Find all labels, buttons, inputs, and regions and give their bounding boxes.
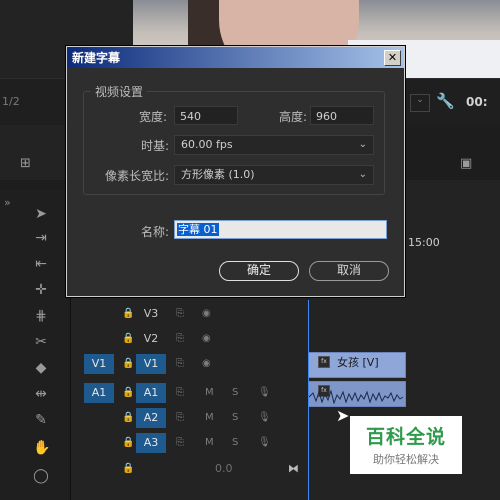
zoom-tool-icon[interactable]: ◯ [33, 468, 49, 484]
rate-stretch-tool-icon[interactable]: ⋕ [33, 308, 49, 324]
fx-badge-icon: fx [318, 356, 330, 368]
selection-tool-icon[interactable]: ➤ [33, 206, 49, 222]
track-v3: 🔒 V3 ⎘ ◉ [72, 302, 308, 326]
lock-icon[interactable]: 🔒 [122, 410, 134, 426]
track-a3: 🔒 A3 ⎘ M S 🎙 [72, 431, 308, 455]
chevron-down-icon[interactable]: ⌄ [410, 94, 430, 112]
eye-icon[interactable]: ◉ [202, 306, 211, 322]
timebase-label: 时基: [140, 139, 169, 153]
ok-button[interactable]: 确定 [219, 261, 299, 281]
lock-icon[interactable]: 🔒 [122, 385, 134, 401]
lock-icon[interactable]: 🔒 [122, 306, 134, 322]
mute-button[interactable]: M [205, 410, 214, 426]
watermark: 百科全说 助你轻松解决 [350, 416, 462, 474]
solo-button[interactable]: S [232, 435, 238, 451]
sync-lock-icon[interactable]: ⎘ [176, 306, 184, 322]
microphone-icon[interactable]: 🎙 [258, 435, 271, 451]
pen-tool-icon[interactable]: ✎ [33, 412, 49, 428]
pixel-aspect-label: 像素长宽比: [104, 169, 169, 183]
eye-icon[interactable]: ◉ [202, 356, 211, 372]
track-target-label[interactable]: V3 [136, 304, 166, 324]
watermark-line1: 百科全说 [365, 426, 446, 448]
track-master: 🔒 0.0 ⧓ [72, 457, 308, 481]
track-source-label[interactable]: V1 [84, 354, 114, 374]
audio-clip[interactable]: fx [308, 381, 406, 407]
slide-tool-icon[interactable]: ⇹ [33, 386, 49, 402]
new-title-dialog: 新建字幕 ✕ 视频设置 宽度: 540 高度: 960 时基: 60.00 fp… [66, 46, 405, 297]
track-target-label[interactable]: A1 [136, 383, 166, 403]
track-target-label[interactable]: V2 [136, 329, 166, 349]
sync-lock-icon[interactable]: ⎘ [176, 356, 184, 372]
tools-panel: ➤ ⇥ ⇤ ✛ ⋕ ✂ ◆ ⇹ ✎ ✋ ◯ » [0, 190, 68, 500]
track-select-tool-icon[interactable]: ⇥ [33, 230, 49, 246]
lock-icon[interactable]: 🔒 [122, 356, 134, 372]
playhead-line[interactable] [308, 300, 309, 500]
panel-menu-icon[interactable]: » [4, 196, 11, 209]
chevron-down-icon: ⌄ [358, 169, 367, 180]
pixel-aspect-select[interactable]: 方形像素 (1.0) ⌄ [174, 165, 374, 185]
track-a2: 🔒 A2 ⎘ M S 🎙 [72, 406, 308, 430]
razor-tool-icon[interactable]: ✂ [33, 334, 49, 350]
lock-icon[interactable]: 🔒 [122, 331, 134, 347]
timeline-timecode[interactable]: 00: [466, 95, 488, 109]
solo-button[interactable]: S [232, 410, 238, 426]
timebase-value: 60.00 fps [181, 138, 233, 151]
name-input[interactable]: 字幕 01 [174, 220, 387, 239]
solo-button[interactable]: S [232, 385, 238, 401]
scroll-end-icon[interactable]: ⧓ [288, 461, 299, 477]
dialog-titlebar[interactable]: 新建字幕 ✕ [67, 47, 404, 68]
cancel-button[interactable]: 取消 [309, 261, 389, 281]
track-target-label[interactable]: V1 [136, 354, 166, 374]
audio-waveform [309, 390, 404, 404]
page-indicator: 1/2 [2, 95, 20, 108]
track-v2: 🔒 V2 ⎘ ◉ [72, 327, 308, 351]
height-label: 高度: [278, 110, 307, 124]
pixel-aspect-value: 方形像素 (1.0) [181, 168, 255, 181]
microphone-icon[interactable]: 🎙 [258, 410, 271, 426]
lock-icon[interactable]: 🔒 [122, 435, 134, 451]
dialog-title: 新建字幕 [72, 51, 121, 65]
mute-button[interactable]: M [205, 385, 214, 401]
video-settings-label: 视频设置 [91, 83, 148, 100]
sync-lock-icon[interactable]: ⎘ [176, 385, 184, 401]
mute-button[interactable]: M [205, 435, 214, 451]
name-value: 字幕 01 [177, 223, 219, 236]
width-field[interactable]: 540 [174, 106, 238, 125]
close-button[interactable]: ✕ [384, 50, 401, 66]
lock-icon[interactable]: 🔒 [122, 461, 134, 477]
hand-tool-icon[interactable]: ✋ [33, 440, 50, 456]
master-volume-value[interactable]: 0.0 [215, 461, 233, 477]
sync-lock-icon[interactable]: ⎘ [176, 435, 184, 451]
wrench-icon[interactable]: 🔧 [436, 92, 455, 110]
rolling-edit-tool-icon[interactable]: ✛ [33, 282, 49, 298]
timebase-select[interactable]: 60.00 fps ⌄ [174, 135, 374, 155]
name-label: 名称: [140, 225, 169, 239]
track-v1: V1 🔒 V1 ⎘ ◉ [72, 352, 308, 376]
insert-icon[interactable]: ⊞ [20, 156, 31, 171]
height-field[interactable]: 960 [310, 106, 374, 125]
track-source-label[interactable]: A1 [84, 383, 114, 403]
slip-tool-icon[interactable]: ◆ [33, 360, 49, 376]
chevron-down-icon: ⌄ [358, 139, 367, 150]
video-clip[interactable]: fx 女孩 [V] [308, 352, 406, 378]
track-a1: A1 🔒 A1 ⎘ M S 🎙 [72, 381, 308, 405]
watermark-line2: 助你轻松解决 [373, 453, 439, 466]
ripple-edit-tool-icon[interactable]: ⇤ [33, 256, 49, 272]
video-clip-label: 女孩 [V] [337, 356, 379, 369]
width-label: 宽度: [138, 110, 167, 124]
timeline-ruler-time: 15:00 [408, 236, 440, 249]
mouse-cursor-icon: ➤ [336, 406, 350, 425]
track-target-label[interactable]: A2 [136, 408, 166, 428]
eye-icon[interactable]: ◉ [202, 331, 211, 347]
sync-lock-icon[interactable]: ⎘ [176, 331, 184, 347]
track-target-label[interactable]: A3 [136, 433, 166, 453]
microphone-icon[interactable]: 🎙 [258, 385, 271, 401]
export-frame-icon[interactable]: ▣ [460, 156, 472, 171]
sync-lock-icon[interactable]: ⎘ [176, 410, 184, 426]
